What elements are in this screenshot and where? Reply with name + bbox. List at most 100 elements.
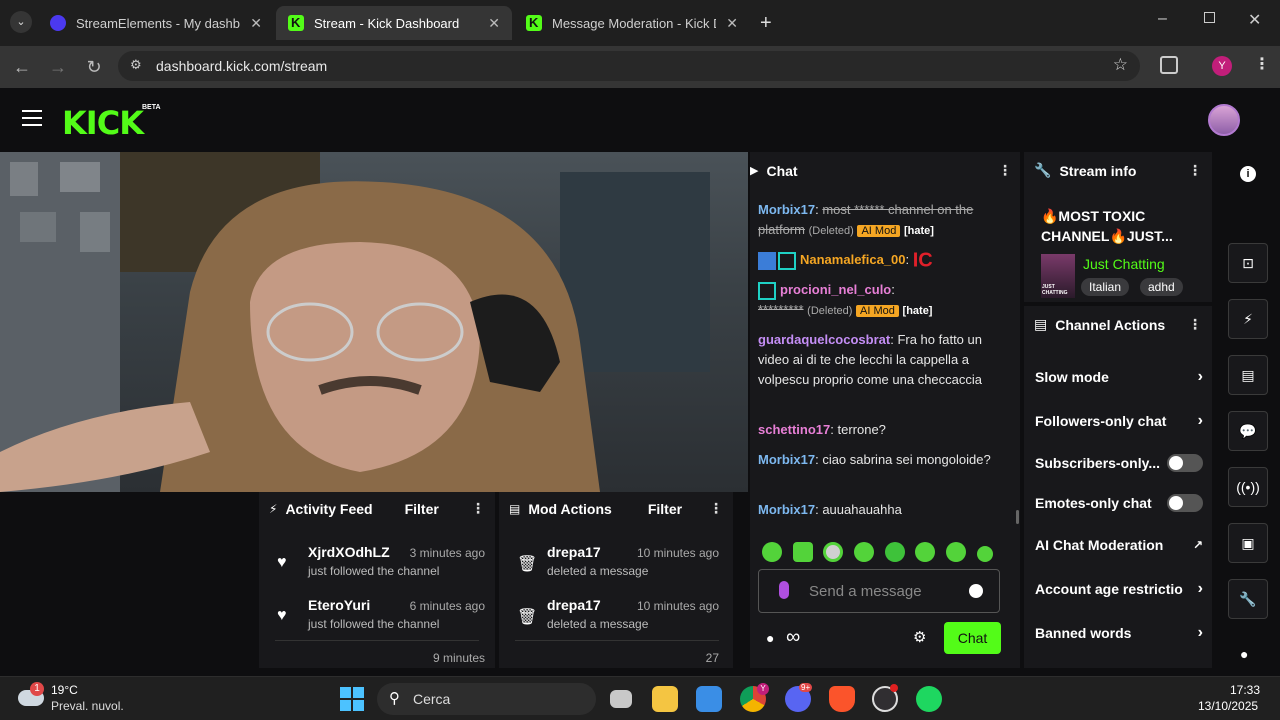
tab-list-dropdown[interactable]: ⌄ bbox=[10, 11, 32, 33]
rail-wrench-icon[interactable]: 🔧 bbox=[1228, 579, 1268, 619]
profile-avatar[interactable]: Y bbox=[1212, 56, 1232, 76]
close-icon[interactable]: ✕ bbox=[250, 15, 262, 32]
ai-mod-badge: AI Mod bbox=[857, 225, 901, 237]
activity-item[interactable]: ♥ XjrdXOdhLZ 3 minutes ago just followed… bbox=[277, 544, 485, 578]
mod-action-item[interactable]: 27 bbox=[517, 649, 719, 663]
chat-message[interactable]: Morbix17: auuahauahha bbox=[758, 500, 998, 520]
emote-icon[interactable] bbox=[823, 542, 843, 562]
action-slow-mode[interactable]: Slow mode › bbox=[1035, 368, 1203, 386]
close-icon[interactable]: ✕ bbox=[488, 15, 500, 32]
emote-icon[interactable] bbox=[885, 542, 905, 562]
activity-menu-icon[interactable]: ⋮ bbox=[471, 500, 485, 517]
action-followers-only[interactable]: Followers-only chat › bbox=[1035, 412, 1203, 430]
rail-mod-view-icon[interactable]: ▣ bbox=[1228, 523, 1268, 563]
emote-icon[interactable] bbox=[946, 542, 966, 562]
moderator-badge-icon bbox=[758, 251, 776, 270]
clock-time[interactable]: 17:33 bbox=[1230, 683, 1260, 697]
user-avatar[interactable] bbox=[1208, 104, 1240, 136]
windows-start-icon[interactable] bbox=[340, 687, 364, 711]
action-ai-chat-moderation[interactable]: AI Chat Moderation ↗ bbox=[1035, 537, 1203, 553]
chat-message[interactable]: Morbix17: most ****** channel on the pla… bbox=[758, 200, 998, 241]
chat-menu-icon[interactable]: ⋮ bbox=[998, 162, 1012, 179]
info-icon[interactable]: i bbox=[1240, 166, 1256, 182]
send-chat-button[interactable]: Chat bbox=[944, 622, 1001, 654]
task-view-icon[interactable] bbox=[610, 690, 632, 708]
category-link[interactable]: Just Chatting bbox=[1083, 256, 1165, 272]
window-close-icon[interactable]: ✕ bbox=[1248, 10, 1261, 30]
new-tab-button[interactable]: + bbox=[760, 12, 772, 35]
activity-feed-panel: ⚡ Activity Feed Filter ⋮ ♥ XjrdXOdhLZ 3 … bbox=[259, 492, 495, 668]
bookmark-star-icon[interactable]: ☆ bbox=[1113, 55, 1128, 75]
stream-preview-video[interactable] bbox=[0, 152, 748, 492]
mod-action-item[interactable]: 🗑 drepa17 10 minutes ago deleted a messa… bbox=[517, 597, 719, 631]
tab-message-moderation[interactable]: Message Moderation - Kick Dashboard ✕ bbox=[514, 6, 750, 40]
close-icon[interactable]: ✕ bbox=[726, 15, 738, 32]
weather-temp[interactable]: 19°C bbox=[51, 683, 78, 697]
emoji-picker-icon[interactable] bbox=[969, 584, 983, 598]
reload-icon[interactable]: ↻ bbox=[82, 55, 106, 79]
rail-more-icon[interactable]: ● bbox=[1240, 646, 1248, 662]
clock-date[interactable]: 13/10/2025 bbox=[1198, 699, 1258, 713]
emotes-only-toggle[interactable] bbox=[1167, 494, 1203, 512]
kick-favicon bbox=[526, 15, 542, 31]
activity-item[interactable]: 9 minutes bbox=[277, 649, 485, 663]
mod-action-item[interactable]: 🗑 drepa17 10 minutes ago deleted a messa… bbox=[517, 544, 719, 578]
brave-icon[interactable] bbox=[829, 686, 855, 712]
chat-message[interactable]: Morbix17: ciao sabrina sei mongoloide? bbox=[758, 450, 998, 470]
forward-icon[interactable]: → bbox=[46, 55, 70, 79]
webcam-frame bbox=[0, 152, 710, 492]
chat-message[interactable]: guardaquelcocosbrat: Fra ho fatto un vid… bbox=[758, 330, 998, 390]
chat-message[interactable]: procioni_nel_culo: ********* (Deleted) A… bbox=[758, 280, 998, 321]
minimize-icon[interactable]: – bbox=[1158, 10, 1167, 28]
emote-icon[interactable] bbox=[977, 546, 993, 562]
action-subscribers-only[interactable]: Subscribers-only... bbox=[1035, 454, 1203, 472]
extensions-icon[interactable] bbox=[1160, 56, 1178, 74]
action-account-age[interactable]: Account age restrictio › bbox=[1035, 580, 1203, 598]
rail-lightning-icon[interactable]: ⚡ bbox=[1228, 299, 1268, 339]
file-explorer-icon[interactable] bbox=[652, 686, 678, 712]
tab-stream-kick[interactable]: Stream - Kick Dashboard ✕ bbox=[276, 6, 512, 40]
stream-title: 🔥MOST TOXIC CHANNEL🔥JUST... bbox=[1041, 208, 1173, 244]
subscribers-only-toggle[interactable] bbox=[1167, 454, 1203, 472]
emote-icon[interactable] bbox=[915, 542, 935, 562]
emote-icon[interactable] bbox=[793, 542, 813, 562]
rail-broadcast-icon[interactable]: ((•)) bbox=[1228, 467, 1268, 507]
activity-item[interactable]: ♥ EteroYuri 6 minutes ago just followed … bbox=[277, 597, 485, 631]
rail-document-icon[interactable]: ▤ bbox=[1228, 355, 1268, 395]
back-icon[interactable]: ← bbox=[10, 55, 34, 79]
kick-logo[interactable]: KICK bbox=[62, 104, 144, 142]
emote-icon[interactable] bbox=[854, 542, 874, 562]
mod-actions-menu-icon[interactable]: ⋮ bbox=[709, 500, 723, 517]
emote-icon[interactable] bbox=[762, 542, 782, 562]
chat-input[interactable]: Send a message bbox=[758, 569, 1000, 613]
infinity-icon[interactable]: ∞ bbox=[786, 626, 800, 649]
filter-button[interactable]: Filter bbox=[405, 501, 439, 517]
microsoft-store-icon[interactable] bbox=[696, 686, 722, 712]
spotify-icon[interactable] bbox=[916, 686, 942, 712]
tag-pill[interactable]: Italian bbox=[1081, 278, 1130, 296]
hamburger-menu-icon[interactable] bbox=[22, 110, 42, 126]
channel-actions-menu-icon[interactable]: ⋮ bbox=[1188, 316, 1202, 333]
tag-pill[interactable]: adhd bbox=[1140, 278, 1183, 296]
action-emotes-only[interactable]: Emotes-only chat bbox=[1035, 494, 1203, 512]
tab-streamelements[interactable]: StreamElements - My dashboard ✕ bbox=[38, 6, 274, 40]
rail-chat-icon[interactable]: 💬 bbox=[1228, 411, 1268, 451]
restore-icon[interactable] bbox=[1204, 12, 1215, 23]
address-bar[interactable]: ⚙ dashboard.kick.com/stream ☆ bbox=[118, 51, 1140, 81]
chat-message[interactable]: schettino17: terrone? bbox=[758, 420, 998, 440]
weather-desc[interactable]: Preval. nuvol. bbox=[51, 699, 124, 713]
browser-menu-icon[interactable]: ⋮ bbox=[1254, 54, 1270, 74]
rail-screenshot-icon[interactable]: ⊡ bbox=[1228, 243, 1268, 283]
taskbar-search[interactable]: ⚲ Cerca bbox=[377, 683, 596, 715]
chat-scrollbar[interactable] bbox=[1016, 510, 1019, 524]
chat-settings-gear-icon[interactable]: ⚙ bbox=[913, 628, 926, 646]
filter-button[interactable]: Filter bbox=[648, 501, 682, 517]
kick-points-icon[interactable]: ● bbox=[766, 630, 774, 646]
category-thumbnail[interactable]: JUST CHATTING bbox=[1041, 254, 1075, 298]
microphone-icon[interactable] bbox=[779, 581, 789, 599]
channel-actions-panel: ▤ Channel Actions ⋮ Slow mode › Followers… bbox=[1024, 306, 1212, 668]
action-banned-words[interactable]: Banned words › bbox=[1035, 624, 1203, 642]
site-info-icon[interactable]: ⚙ bbox=[130, 57, 142, 73]
stream-info-menu-icon[interactable]: ⋮ bbox=[1188, 162, 1202, 179]
chat-message[interactable]: Nanamalefica_00: IC bbox=[758, 250, 998, 271]
